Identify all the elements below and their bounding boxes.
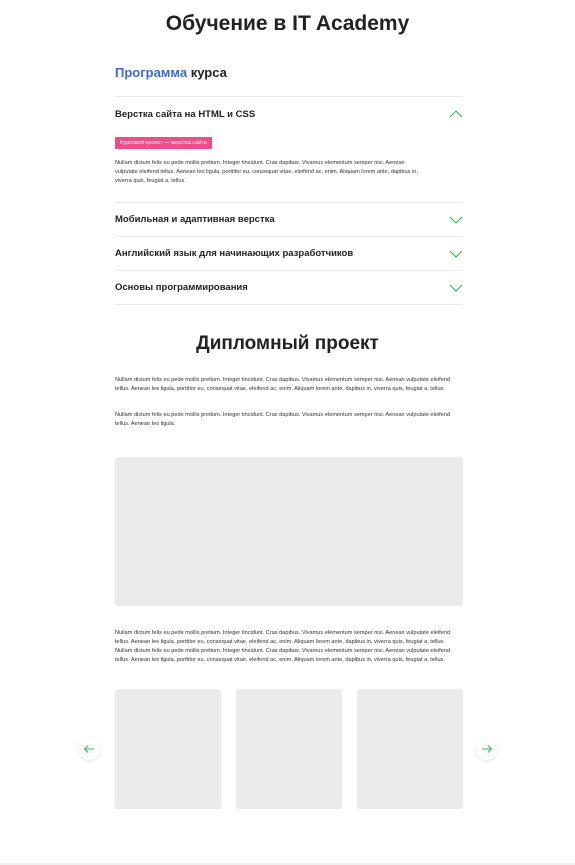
chevron-down-icon[interactable] — [449, 249, 463, 259]
accordion-header[interactable]: Основы программирования — [115, 271, 463, 304]
accordion-item-title: Английский язык для начинающих разработч… — [115, 248, 354, 259]
accordion-item: Мобильная и адаптивная верстка — [115, 203, 463, 237]
gallery-card[interactable] — [357, 689, 463, 809]
chevron-down-icon[interactable] — [449, 283, 463, 293]
diploma-paragraph-3: Nullam dictum felis eu pede mollis preti… — [115, 630, 451, 663]
gallery-next-button[interactable] — [476, 738, 498, 760]
course-project-badge: Курсовой проект — верстка сайта — [115, 137, 212, 149]
diploma-image-placeholder — [115, 457, 463, 606]
diploma-paragraph-1: Nullam dictum felis eu pede mollis preti… — [115, 377, 451, 392]
accordion-item: Верстка сайта на HTML и CSS Курсовой про… — [115, 97, 463, 203]
page-title: Обучение в IT Academy — [165, 12, 410, 35]
arrow-left-icon — [83, 745, 94, 753]
accordion-header[interactable]: Верстка сайта на HTML и CSS — [115, 97, 463, 131]
program-heading-accent: Программа — [115, 65, 188, 80]
program-accordion: Верстка сайта на HTML и CSS Курсовой про… — [115, 96, 463, 305]
arrow-right-icon — [482, 745, 493, 753]
chevron-down-icon[interactable] — [449, 215, 463, 225]
accordion-item-title: Верстка сайта на HTML и CSS — [115, 108, 256, 120]
chevron-up-icon[interactable] — [449, 109, 463, 119]
accordion-item-title: Основы программирования — [115, 282, 248, 293]
accordion-item: Английский язык для начинающих разработч… — [115, 237, 463, 271]
program-heading: Программа курса — [115, 65, 227, 80]
diploma-paragraph-2: Nullam dictum felis eu pede mollis preti… — [115, 412, 451, 427]
accordion-header[interactable]: Мобильная и адаптивная верстка — [115, 203, 463, 236]
gallery-card[interactable] — [115, 689, 221, 809]
program-heading-rest: курса — [187, 65, 227, 80]
diploma-title: Дипломный проект — [196, 333, 379, 354]
accordion-item: Основы программирования — [115, 271, 463, 305]
accordion-item-title: Мобильная и адаптивная верстка — [115, 214, 275, 225]
accordion-header[interactable]: Английский язык для начинающих разработч… — [115, 237, 463, 270]
gallery-card[interactable] — [236, 689, 342, 809]
accordion-body-text: Nullam dictum felis eu pede mollis preti… — [115, 160, 418, 184]
accordion-body: Курсовой проект — верстка сайта Nullam d… — [115, 131, 463, 202]
gallery-prev-button[interactable] — [78, 738, 100, 760]
